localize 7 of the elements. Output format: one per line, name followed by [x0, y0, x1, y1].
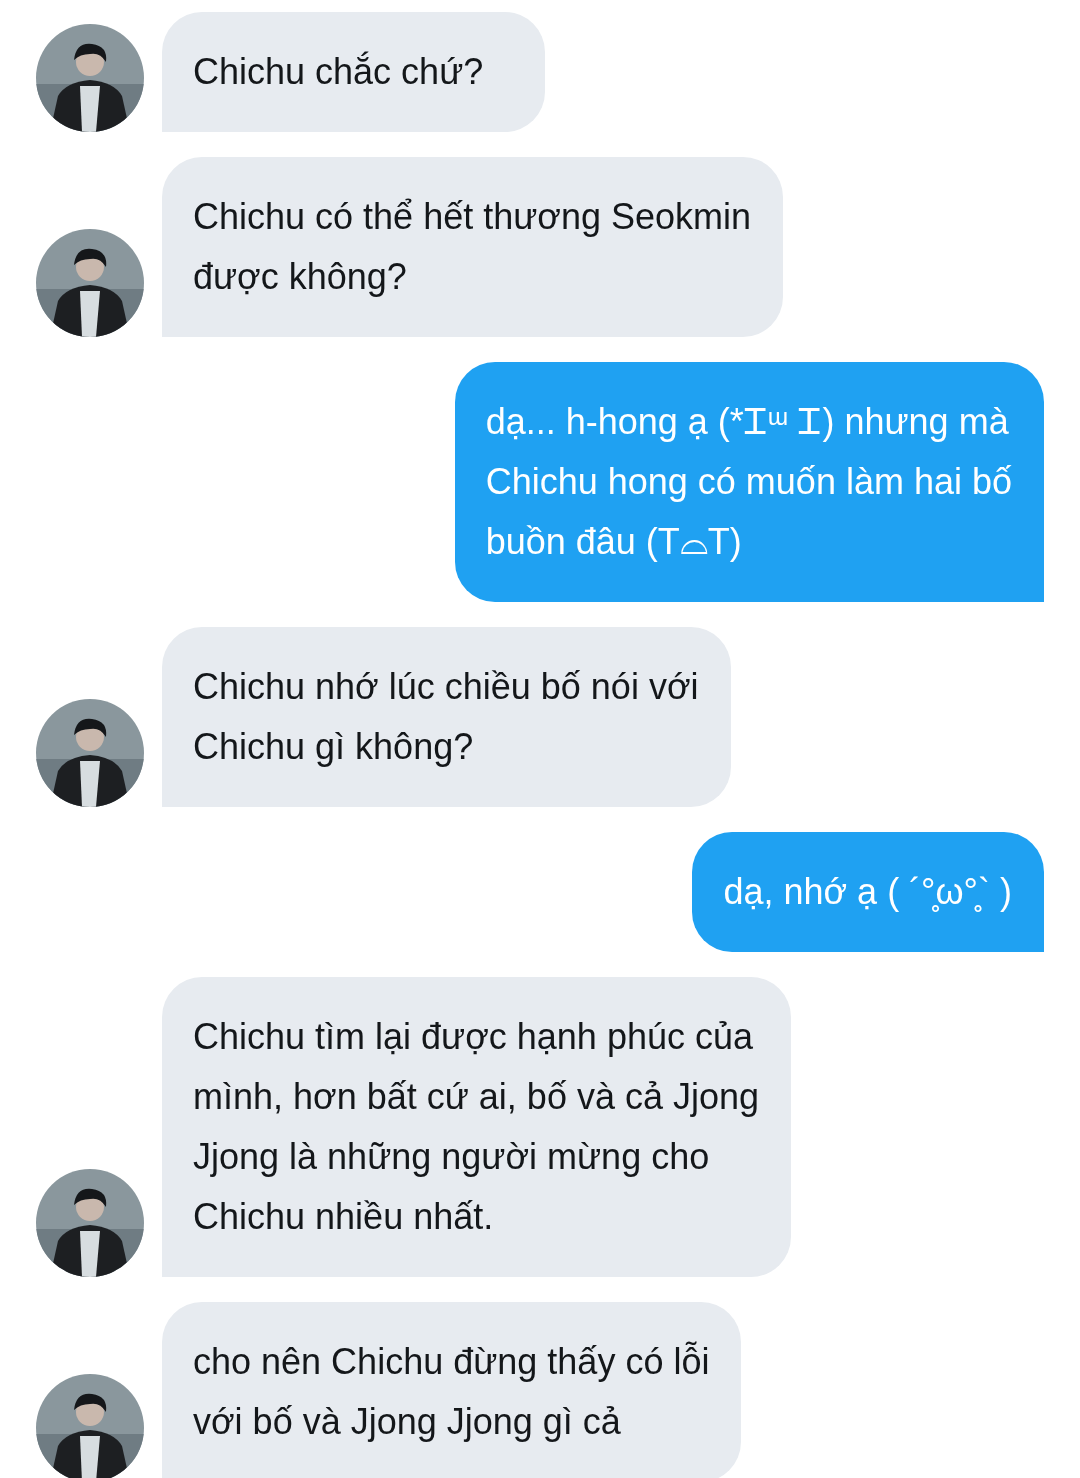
- message-bubble: dạ, nhớ ạ ( ´°̥ω°̥` ): [692, 832, 1044, 952]
- message-bubble: Chichu nhớ lúc chiều bố nói với Chichu gì không?: [162, 627, 731, 807]
- message-bubble: Chichu tìm lại được hạnh phúc của mình, hơn bất cứ ai, bố và cả Jjong Jjong là những người mừng cho Chichu nhiều nhất.: [162, 977, 791, 1277]
- message-bubble: Chichu chắc chứ?: [162, 12, 545, 132]
- message-bubble: dạ... h-hong ạ (*Ꮖᵚ Ꮖ) nhưng mà Chichu hong có muốn làm hai bố buồn đâu (T⌓T): [454, 362, 1044, 602]
- message-bubble: cho nên Chichu đừng thấy có lỗi với bố và Jjong Jjong gì cả: [162, 1302, 742, 1478]
- message-bubble: Chichu có thể hết thương Seokmin được không?: [162, 157, 784, 337]
